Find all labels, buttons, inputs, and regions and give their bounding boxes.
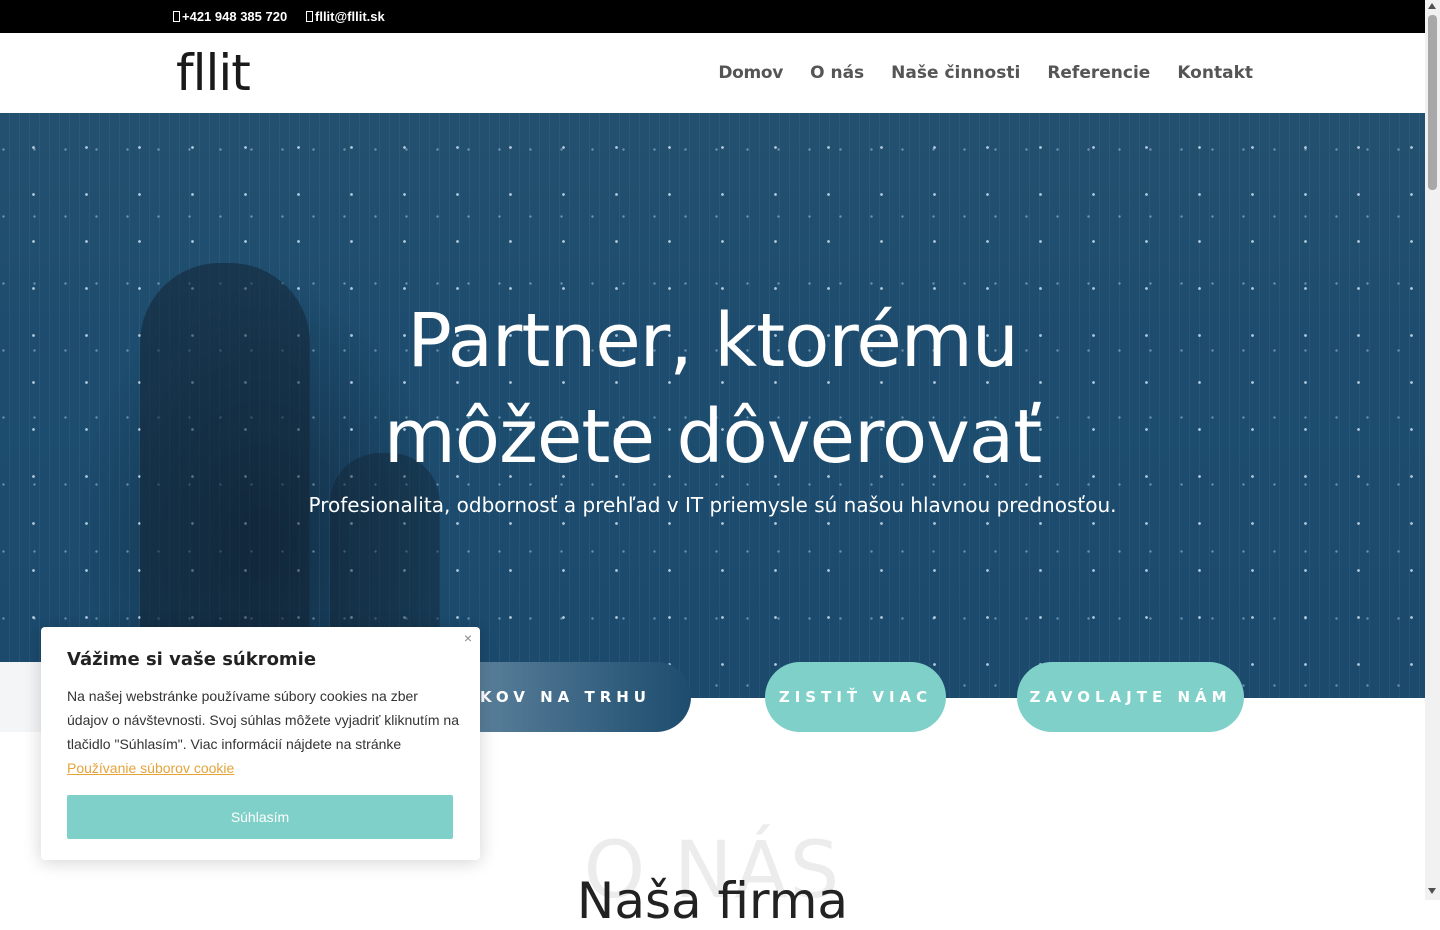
email-icon [306,11,313,22]
topbar-phone[interactable]: +421 948 385 720 [173,9,287,24]
topbar-email[interactable]: fllit@fllit.sk [306,9,385,24]
hero-title: Partner, ktorému môžete dôverovať [0,293,1425,485]
cookie-policy-link[interactable]: Používanie súborov cookie [67,760,234,776]
scrollbar-thumb[interactable] [1428,15,1437,190]
main-nav: Domov O nás Naše činnosti Referencie Kon… [718,63,1253,83]
scroll-down-icon[interactable] [1428,888,1436,894]
top-bar: +421 948 385 720 fllit@fllit.sk [0,0,1425,33]
phone-icon [173,11,180,22]
close-icon[interactable]: × [464,630,472,646]
hero-subtitle: Profesionalita, odbornosť a prehľad v IT… [308,493,1117,517]
nav-item-domov[interactable]: Domov [718,63,783,83]
nav-item-kontakt[interactable]: Kontakt [1177,63,1253,83]
hero-section: Partner, ktorému môžete dôverovať Profes… [0,113,1425,698]
call-us-button[interactable]: ZAVOLAJTE NÁM [1017,662,1244,732]
nav-item-referencie[interactable]: Referencie [1047,63,1150,83]
accept-cookies-button[interactable]: Súhlasím [67,795,453,839]
cookie-title: Vážime si vaše súkromie [67,649,317,670]
logo[interactable]: fllit [176,43,251,103]
page-scrollbar[interactable] [1425,0,1440,900]
nav-item-o-nas[interactable]: O nás [810,63,864,83]
about-title: Naša firma [576,872,849,930]
phone-number[interactable]: +421 948 385 720 [182,9,287,24]
learn-more-button[interactable]: ZISTIŤ VIAC [765,662,946,732]
cookie-consent-popup: × Vážime si vaše súkromie Na našej webst… [41,627,480,860]
scroll-up-icon[interactable] [1428,3,1436,9]
email-address[interactable]: fllit@fllit.sk [315,9,385,24]
site-header: fllit Domov O nás Naše činnosti Referenc… [0,33,1425,113]
hero-title-line-1: Partner, ktorému [407,298,1018,384]
nav-item-nase-cinnosti[interactable]: Naše činnosti [891,63,1020,83]
hero-title-line-2: môžete dôverovať [383,394,1043,480]
cookie-text: Na našej webstránke používame súbory coo… [67,684,462,780]
cookie-body: Na našej webstránke používame súbory coo… [67,688,459,752]
